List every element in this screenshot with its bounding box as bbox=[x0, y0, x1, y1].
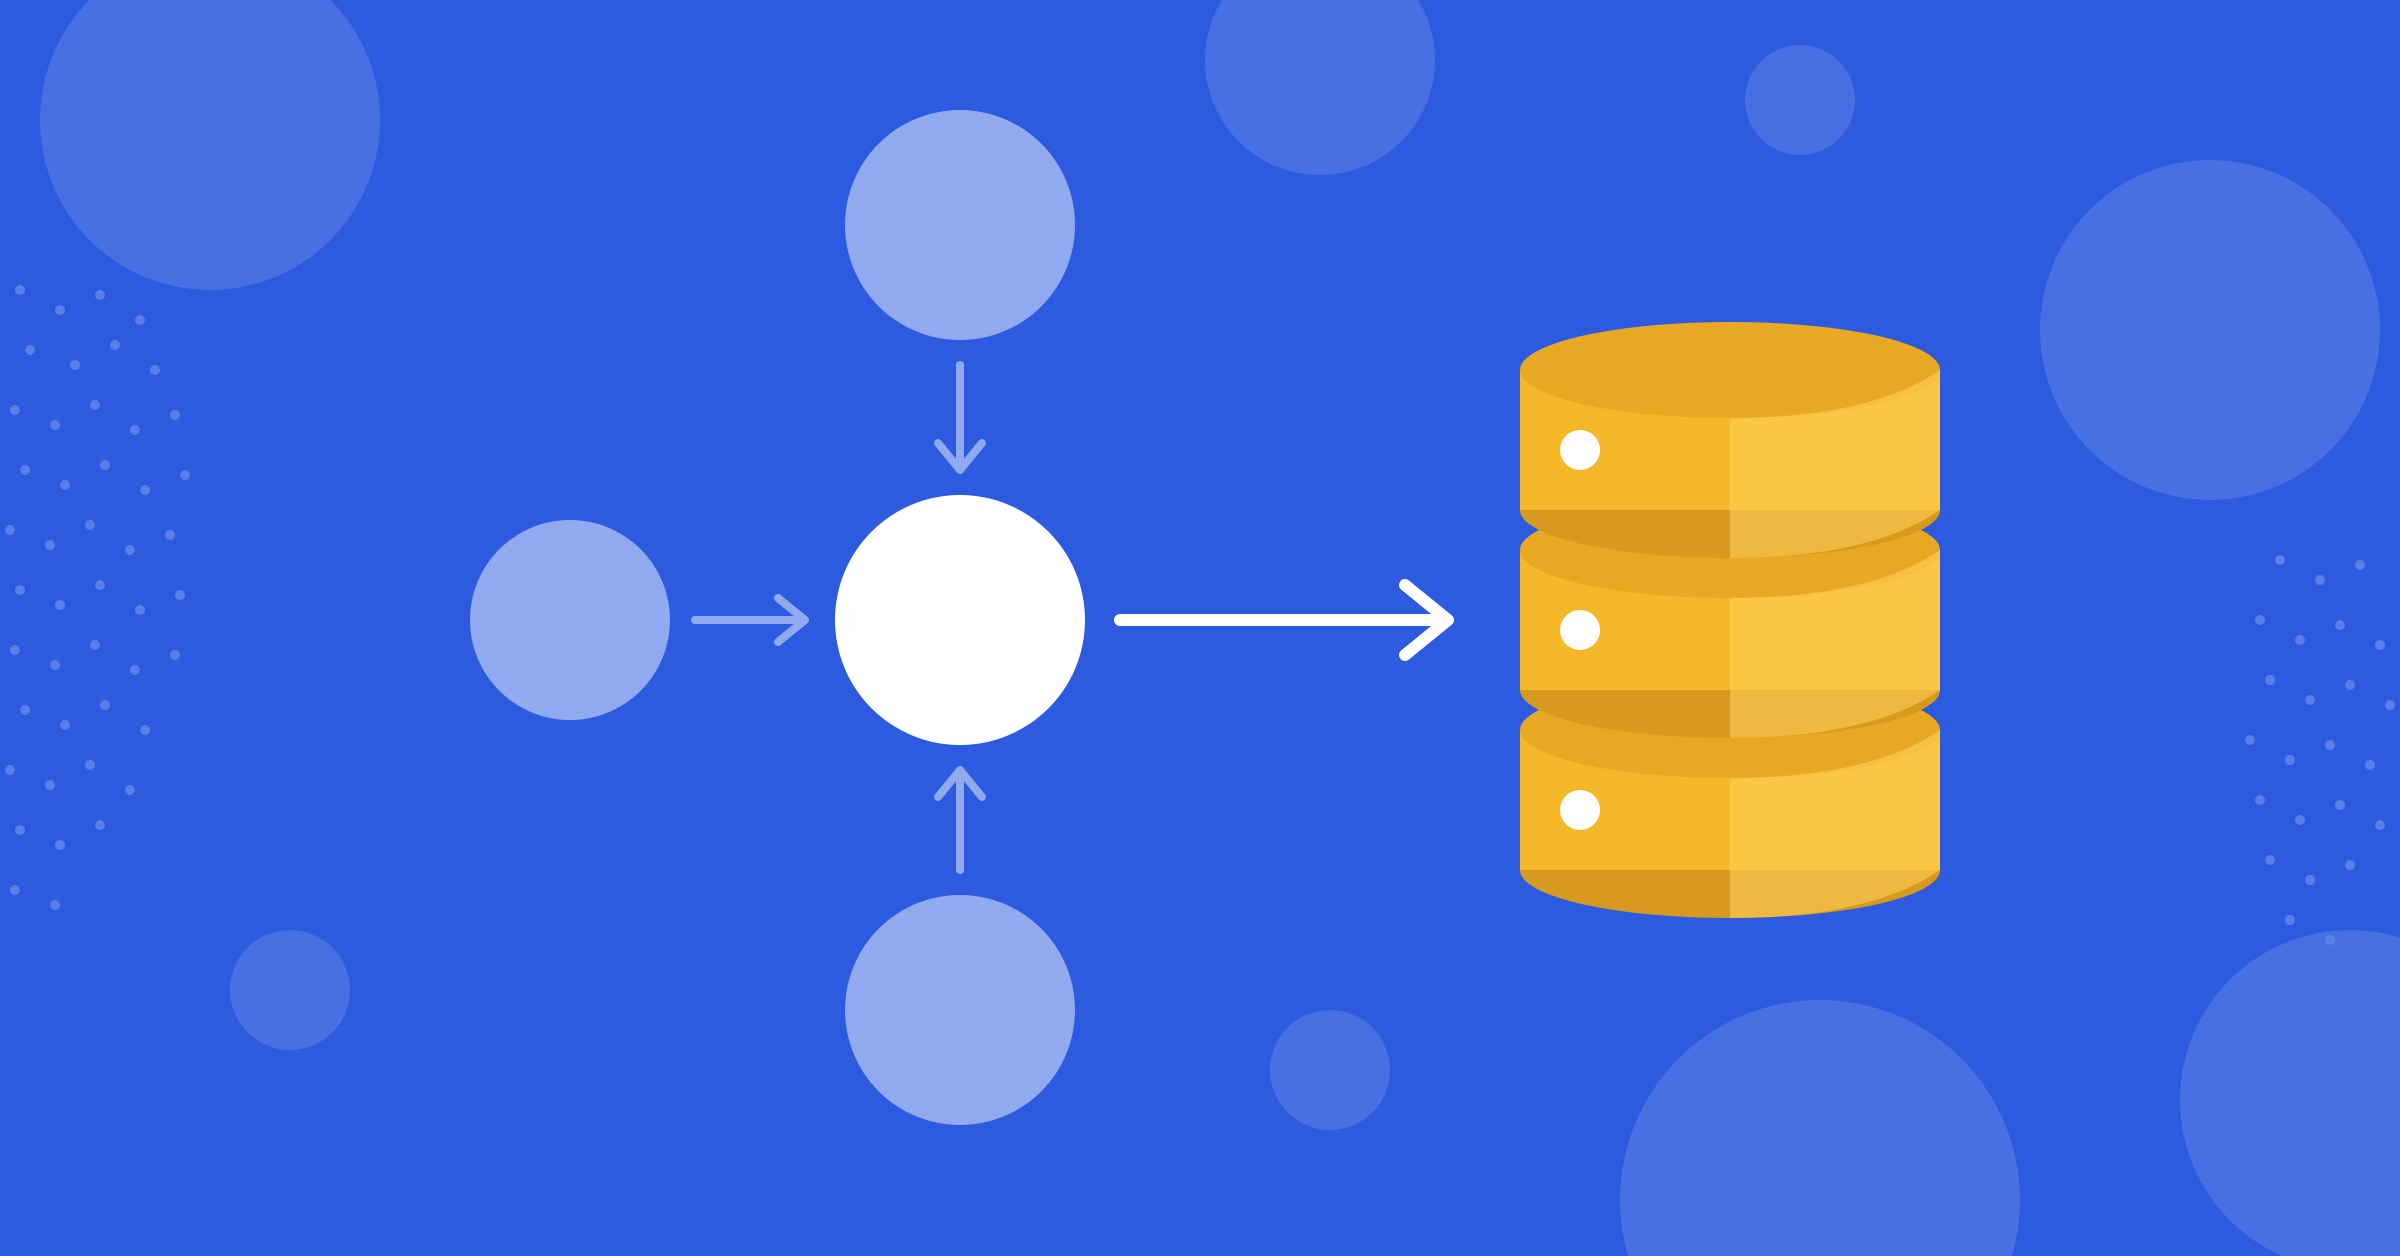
center-node bbox=[835, 495, 1085, 745]
source-node-top bbox=[845, 110, 1075, 340]
database-icon bbox=[1520, 322, 1940, 918]
database-layer-top bbox=[1520, 322, 1940, 558]
source-node-bottom bbox=[845, 895, 1075, 1125]
source-node-left bbox=[470, 520, 670, 720]
diagram-canvas bbox=[0, 0, 2400, 1256]
